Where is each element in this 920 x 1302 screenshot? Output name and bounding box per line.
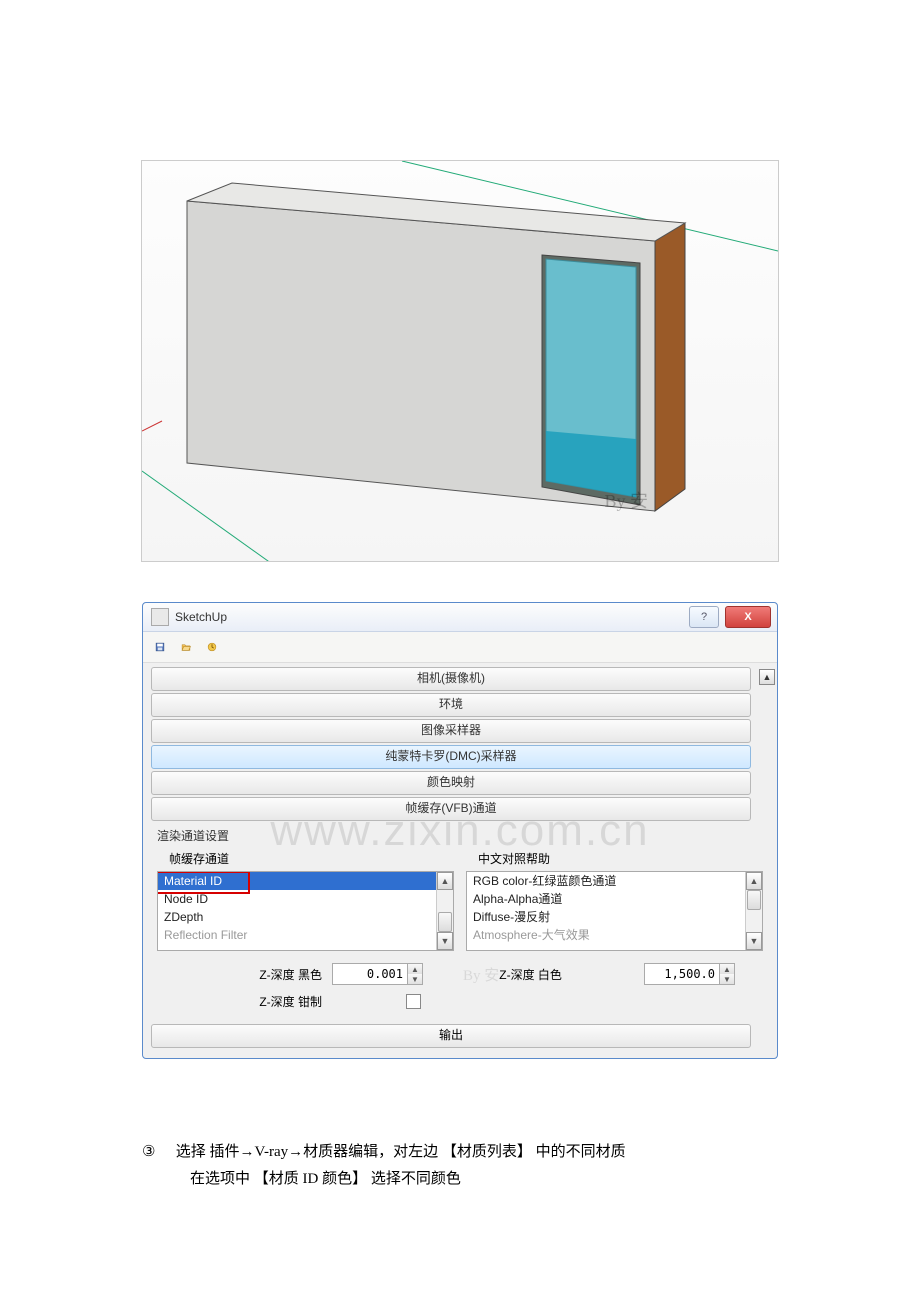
save-icon[interactable] — [149, 636, 171, 658]
help-listbox[interactable]: RGB color-红绿蓝颜色通道 Alpha-Alpha通道 Diffuse-… — [466, 871, 763, 951]
vfb-channel-listbox[interactable]: Material ID Node ID ZDepth Reflection Fi… — [157, 871, 454, 951]
section-dmc-sampler[interactable]: 纯蒙特卡罗(DMC)采样器 — [151, 745, 751, 769]
dialog-toolbar — [143, 632, 777, 663]
section-environment[interactable]: 环境 — [151, 693, 751, 717]
section-camera[interactable]: 相机(摄像机) — [151, 667, 751, 691]
list-item[interactable]: Atmosphere-大气效果 — [467, 926, 762, 944]
z-depth-white-input[interactable] — [645, 964, 719, 984]
viewport-byline: By 安 — [604, 487, 648, 513]
open-icon[interactable] — [175, 636, 197, 658]
z-depth-white-spinner[interactable]: ▲▼ — [644, 963, 735, 985]
instruction-paragraph: ③ 选择 插件→V-ray→材质器编辑，对左边 【材质列表】 中的不同材质 在选… — [142, 1139, 778, 1193]
section-image-sampler[interactable]: 图像采样器 — [151, 719, 751, 743]
render-channel-settings-label: 渲染通道设置 — [157, 827, 769, 844]
dialog-titlebar[interactable]: SketchUp ? X — [143, 603, 777, 632]
list-item[interactable]: Reflection Filter — [158, 926, 453, 944]
z-depth-clamp-checkbox[interactable] — [406, 994, 421, 1009]
help-col-title: 中文对照帮助 — [478, 850, 763, 867]
close-button[interactable]: X — [725, 606, 771, 628]
dialog-scrollbar[interactable]: ▲ — [759, 663, 775, 1058]
spin-down-icon[interactable]: ▼ — [408, 974, 422, 984]
section-color-mapping[interactable]: 颜色映射 — [151, 771, 751, 795]
vray-options-dialog: SketchUp ? X ▲ 相机(摄像机) 环境 图像采样器 — [142, 602, 778, 1059]
dialog-title: SketchUp — [175, 610, 689, 624]
z-depth-white-label: Z-深度 白色 — [499, 966, 562, 983]
instruction-line2: 在选项中 【材质 ID 颜色】 选择不同颜色 — [142, 1166, 778, 1193]
listbox-scrollbar[interactable]: ▲ ▼ — [745, 872, 762, 950]
scroll-up-icon[interactable]: ▲ — [746, 872, 762, 890]
section-vfb-channel[interactable]: 帧缓存(VFB)通道 — [151, 797, 751, 821]
section-output[interactable]: 输出 — [151, 1024, 751, 1048]
instruction-number: ③ — [142, 1139, 172, 1166]
z-depth-black-spinner[interactable]: ▲▼ — [332, 963, 423, 985]
help-button[interactable]: ? — [689, 606, 719, 628]
sketchup-3d-viewport: By 安 — [141, 160, 779, 562]
instruction-line1: 选择 插件→V-ray→材质器编辑，对左边 【材质列表】 中的不同材质 — [176, 1144, 626, 1160]
scroll-up-icon[interactable]: ▲ — [759, 669, 775, 685]
spin-up-icon[interactable]: ▲ — [720, 964, 734, 974]
list-item[interactable]: RGB color-红绿蓝颜色通道 — [467, 872, 762, 890]
listbox-scrollbar[interactable]: ▲ ▼ — [436, 872, 453, 950]
reset-icon[interactable] — [201, 636, 223, 658]
list-item[interactable]: Alpha-Alpha通道 — [467, 890, 762, 908]
spin-up-icon[interactable]: ▲ — [408, 964, 422, 974]
list-item[interactable]: Node ID — [158, 890, 453, 908]
z-depth-clamp-label: Z-深度 钳制 — [157, 993, 322, 1010]
scroll-down-icon[interactable]: ▼ — [437, 932, 453, 950]
vfb-channel-col-title: 帧缓存通道 — [169, 850, 454, 867]
scroll-up-icon[interactable]: ▲ — [437, 872, 453, 890]
list-item[interactable]: Diffuse-漫反射 — [467, 908, 762, 926]
dialog-byline: By 安 — [463, 964, 499, 985]
z-depth-black-label: Z-深度 黑色 — [157, 966, 322, 983]
list-item[interactable]: Material ID — [158, 872, 453, 890]
z-depth-black-input[interactable] — [333, 964, 407, 984]
list-item[interactable]: ZDepth — [158, 908, 453, 926]
scroll-down-icon[interactable]: ▼ — [746, 932, 762, 950]
3d-model-svg — [142, 161, 778, 561]
spin-down-icon[interactable]: ▼ — [720, 974, 734, 984]
dialog-app-icon — [151, 608, 169, 626]
